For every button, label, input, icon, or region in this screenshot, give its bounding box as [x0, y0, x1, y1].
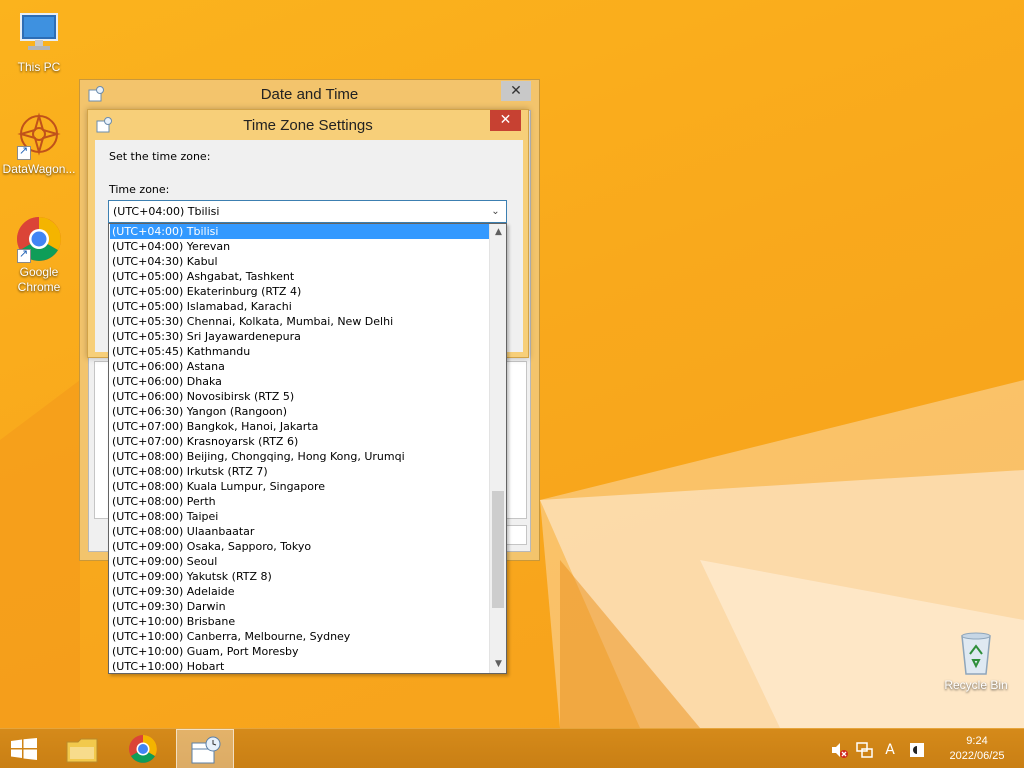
- time-zone-option[interactable]: (UTC+08:00) Beijing, Chongqing, Hong Kon…: [110, 449, 490, 464]
- monitor-icon: [15, 10, 63, 58]
- time-zone-dropdown-list[interactable]: (UTC+04:00) Tbilisi (UTC+04:00) Yerevan (U…: [108, 223, 507, 674]
- recycle-bin-icon: [956, 630, 996, 676]
- time-zone-select[interactable]: (UTC+04:00) Tbilisi ⌄: [108, 200, 507, 223]
- dropdown-scrollbar[interactable]: ▲ ▼: [489, 224, 506, 673]
- time-zone-option[interactable]: (UTC+05:45) Kathmandu: [110, 344, 490, 359]
- time-zone-option[interactable]: (UTC+10:00) Guam, Port Moresby: [110, 644, 490, 659]
- clock-time: 9:24: [966, 735, 988, 747]
- chevron-down-icon[interactable]: ⌄: [487, 202, 504, 221]
- time-zone-option[interactable]: (UTC+04:00) Yerevan: [110, 239, 490, 254]
- time-zone-option[interactable]: (UTC+09:00) Yakutsk (RTZ 8): [110, 569, 490, 584]
- folder-icon: [66, 736, 98, 767]
- chrome-shortcut[interactable]: Google Chrome: [1, 215, 77, 295]
- time-zone-options: (UTC+04:00) Tbilisi (UTC+04:00) Yerevan (U…: [110, 224, 490, 673]
- this-pc-label: This PC: [17, 60, 61, 74]
- time-zone-option[interactable]: (UTC+09:00) Osaka, Sapporo, Tokyo: [110, 539, 490, 554]
- datawagon-shortcut[interactable]: DataWagon...: [1, 112, 77, 177]
- time-zone-option[interactable]: (UTC+10:00) Brisbane: [110, 614, 490, 629]
- date-time-taskbar-button[interactable]: [176, 729, 234, 768]
- scrollbar-thumb[interactable]: [492, 491, 504, 608]
- taskbar: A 9:24 2022/06/25: [0, 728, 1024, 768]
- this-pc-shortcut[interactable]: This PC: [1, 10, 77, 75]
- time-zone-select-value: (UTC+04:00) Tbilisi: [113, 205, 220, 218]
- time-zone-option[interactable]: (UTC+08:00) Irkutsk (RTZ 7): [110, 464, 490, 479]
- time-zone-option[interactable]: (UTC+05:30) Chennai, Kolkata, Mumbai, Ne…: [110, 314, 490, 329]
- time-zone-option[interactable]: (UTC+07:00) Krasnoyarsk (RTZ 6): [110, 434, 490, 449]
- chrome-taskbar-button[interactable]: [118, 729, 168, 768]
- file-explorer-taskbar-button[interactable]: [56, 729, 106, 768]
- chrome-icon: [128, 734, 158, 767]
- time-zone-option[interactable]: (UTC+09:30) Adelaide: [110, 584, 490, 599]
- time-zone-option[interactable]: (UTC+04:30) Kabul: [110, 254, 490, 269]
- action-center-icon[interactable]: [908, 741, 926, 759]
- date-time-titlebar[interactable]: Date and Time ✕: [80, 80, 539, 109]
- chrome-label: Google Chrome: [17, 265, 61, 294]
- date-time-title: Date and Time: [260, 86, 359, 103]
- time-zone-option[interactable]: (UTC+05:00) Islamabad, Karachi: [110, 299, 490, 314]
- time-zone-option[interactable]: (UTC+10:00) Canberra, Melbourne, Sydney: [110, 629, 490, 644]
- time-zone-option[interactable]: (UTC+05:30) Sri Jayawardenepura: [110, 329, 490, 344]
- shortcut-arrow-icon: [17, 247, 31, 263]
- time-zone-field-label: Time zone:: [109, 183, 170, 196]
- time-zone-option[interactable]: (UTC+08:00) Ulaanbaatar: [110, 524, 490, 539]
- time-zone-option[interactable]: (UTC+10:00) Hobart: [110, 659, 490, 673]
- recycle-bin-shortcut[interactable]: Recycle Bin: [940, 630, 1012, 692]
- time-zone-option[interactable]: (UTC+05:00) Ekaterinburg (RTZ 4): [110, 284, 490, 299]
- calendar-clock-icon: [190, 735, 222, 768]
- time-zone-option[interactable]: (UTC+09:00) Seoul: [110, 554, 490, 569]
- time-zone-option[interactable]: (UTC+09:30) Darwin: [110, 599, 490, 614]
- scroll-down-arrow-icon[interactable]: ▼: [490, 656, 506, 673]
- network-icon[interactable]: [855, 741, 873, 759]
- set-time-zone-prompt: Set the time zone:: [109, 150, 211, 163]
- windows-logo-icon: [11, 738, 37, 760]
- recycle-bin-label: Recycle Bin: [944, 678, 1008, 692]
- time-zone-option[interactable]: (UTC+06:00) Astana: [110, 359, 490, 374]
- clock-date: 2022/06/25: [949, 750, 1005, 762]
- time-zone-option[interactable]: (UTC+08:00) Perth: [110, 494, 490, 509]
- taskbar-clock[interactable]: 9:24 2022/06/25: [942, 734, 1012, 764]
- speaker-muted-icon[interactable]: [830, 741, 848, 759]
- date-time-close-button[interactable]: ✕: [501, 81, 531, 101]
- time-zone-settings-title: Time Zone Settings: [243, 117, 373, 134]
- time-zone-option[interactable]: (UTC+06:30) Yangon (Rangoon): [110, 404, 490, 419]
- time-zone-option[interactable]: (UTC+05:00) Ashgabat, Tashkent: [110, 269, 490, 284]
- time-zone-option[interactable]: (UTC+07:00) Bangkok, Hanoi, Jakarta: [110, 419, 490, 434]
- datawagon-label: DataWagon...: [2, 162, 76, 176]
- time-zone-option[interactable]: (UTC+06:00) Dhaka: [110, 374, 490, 389]
- time-zone-option[interactable]: (UTC+08:00) Taipei: [110, 509, 490, 524]
- scroll-up-arrow-icon[interactable]: ▲: [490, 224, 506, 241]
- shortcut-arrow-icon: [17, 144, 31, 160]
- time-zone-option[interactable]: (UTC+04:00) Tbilisi: [110, 224, 490, 239]
- time-zone-option[interactable]: (UTC+08:00) Kuala Lumpur, Singapore: [110, 479, 490, 494]
- chrome-icon: [15, 215, 63, 263]
- datawagon-logo-icon: [15, 112, 63, 160]
- time-zone-close-button[interactable]: ✕: [490, 110, 521, 131]
- input-method-indicator[interactable]: A: [881, 741, 899, 759]
- start-button[interactable]: [0, 729, 50, 768]
- time-zone-option[interactable]: (UTC+06:00) Novosibirsk (RTZ 5): [110, 389, 490, 404]
